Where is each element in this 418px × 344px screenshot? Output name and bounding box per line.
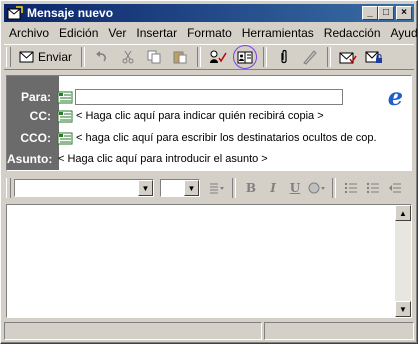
menu-insertar[interactable]: Insertar — [131, 26, 182, 40]
send-button[interactable]: Enviar — [16, 46, 75, 68]
menu-bar: Archivo Edición Ver Insertar Formato Her… — [4, 24, 418, 42]
address-card-icon[interactable] — [57, 110, 73, 123]
attach-button[interactable] — [273, 46, 295, 68]
highlight-circle — [233, 45, 258, 69]
cc-input[interactable]: < Haga clic aquí para indicar quién reci… — [76, 110, 324, 122]
menu-edicion[interactable]: Edición — [54, 26, 103, 40]
bcc-input[interactable]: < haga clic aquí para escribir los desti… — [76, 132, 376, 144]
to-label[interactable]: Para: — [7, 90, 55, 104]
check-names-icon — [210, 50, 227, 63]
toolbar-separator — [232, 178, 236, 198]
subject-input[interactable]: < Haga clic aquí para introducir el asun… — [58, 153, 268, 165]
undo-button[interactable] — [91, 46, 113, 68]
signature-button[interactable] — [299, 46, 321, 68]
title-bar: Mensaje nuevo _ □ × — [4, 4, 414, 22]
paragraph-style-icon — [210, 183, 224, 194]
bulleted-list-icon — [366, 182, 379, 194]
send-icon — [19, 51, 34, 63]
standard-toolbar: Enviar — [4, 44, 414, 70]
close-button[interactable]: × — [396, 6, 412, 20]
decrease-indent-button[interactable] — [384, 178, 406, 198]
address-book-button[interactable] — [233, 45, 258, 69]
undo-icon — [96, 51, 106, 62]
status-bar — [4, 322, 414, 340]
message-body[interactable]: ▲ ▼ — [6, 204, 412, 318]
scroll-down-button[interactable]: ▼ — [395, 301, 411, 317]
close-icon: × — [401, 7, 407, 18]
scroll-up-button[interactable]: ▲ — [395, 205, 411, 221]
menu-herramientas[interactable]: Herramientas — [237, 26, 319, 40]
minimize-button[interactable]: _ — [362, 6, 378, 20]
scissors-icon — [122, 50, 134, 64]
window-title: Mensaje nuevo — [27, 6, 114, 20]
outdent-icon — [389, 183, 401, 193]
toolbar-grip[interactable] — [6, 178, 11, 198]
paragraph-style-button[interactable] — [206, 178, 228, 198]
internet-explorer-logo: e — [387, 82, 403, 111]
address-book-icon — [237, 51, 253, 63]
subject-row: Asunto: < Haga clic aquí para introducir… — [7, 150, 411, 168]
message-header-panel: Para: CC: < Haga clic aquí para indicar … — [6, 75, 412, 171]
chevron-down-icon: ▼ — [184, 180, 199, 196]
copy-button[interactable] — [143, 46, 165, 68]
check-names-button[interactable] — [207, 46, 229, 68]
italic-button[interactable]: I — [262, 178, 284, 198]
numbered-list-button[interactable] — [340, 178, 362, 198]
subject-label: Asunto: — [7, 152, 53, 166]
toolbar-separator — [332, 178, 336, 198]
font-color-icon — [308, 182, 325, 194]
cc-label[interactable]: CC: — [7, 109, 55, 123]
numbered-list-icon — [345, 183, 357, 193]
maximize-button[interactable]: □ — [378, 6, 394, 20]
sign-envelope-icon — [339, 52, 357, 64]
window: Mensaje nuevo _ □ × Archivo Edición Ver … — [0, 0, 418, 344]
to-row: Para: — [7, 88, 411, 106]
menu-redaccion[interactable]: Redacción — [319, 26, 386, 40]
formatting-toolbar: ▼ ▼ B I U — [4, 175, 414, 201]
new-message-icon — [7, 6, 23, 20]
minimize-icon: _ — [367, 7, 373, 18]
chevron-down-icon: ▼ — [399, 304, 407, 314]
to-input[interactable] — [75, 89, 343, 105]
bold-button[interactable]: B — [240, 178, 262, 198]
encrypt-message-button[interactable] — [363, 46, 385, 68]
address-card-icon[interactable] — [57, 91, 73, 104]
cut-button[interactable] — [117, 46, 139, 68]
pen-icon — [303, 50, 317, 65]
toolbar-separator — [197, 47, 202, 67]
toolbar-separator — [81, 47, 86, 67]
status-pane-secondary — [264, 322, 414, 340]
cc-row: CC: < Haga clic aquí para indicar quién … — [7, 107, 411, 125]
menu-ayuda[interactable]: Ayuda — [386, 26, 418, 40]
font-name-select[interactable]: ▼ — [14, 179, 154, 197]
lock-envelope-icon — [365, 51, 383, 63]
copy-icon — [147, 50, 161, 64]
maximize-icon: □ — [382, 7, 390, 18]
paste-button[interactable] — [169, 46, 191, 68]
menu-formato[interactable]: Formato — [182, 26, 237, 40]
paste-icon — [173, 51, 187, 64]
font-color-button[interactable] — [306, 178, 328, 198]
chevron-down-icon: ▼ — [138, 180, 153, 196]
address-card-icon[interactable] — [57, 132, 73, 145]
vertical-scrollbar[interactable]: ▲ ▼ — [395, 205, 411, 317]
bcc-label[interactable]: CCO: — [7, 131, 55, 145]
sign-message-button[interactable] — [337, 46, 359, 68]
toolbar-separator — [263, 47, 268, 67]
bulleted-list-button[interactable] — [362, 178, 384, 198]
chevron-up-icon: ▲ — [399, 208, 407, 218]
toolbar-grip[interactable] — [6, 47, 11, 67]
paperclip-icon — [281, 49, 287, 64]
bcc-row: CCO: < haga clic aquí para escribir los … — [7, 129, 411, 147]
menu-archivo[interactable]: Archivo — [4, 26, 54, 40]
toolbar-separator — [327, 47, 332, 67]
send-label: Enviar — [38, 50, 73, 64]
menu-ver[interactable]: Ver — [103, 26, 131, 40]
font-size-select[interactable]: ▼ — [160, 179, 200, 197]
status-pane-main — [4, 322, 262, 340]
underline-button[interactable]: U — [284, 178, 306, 198]
